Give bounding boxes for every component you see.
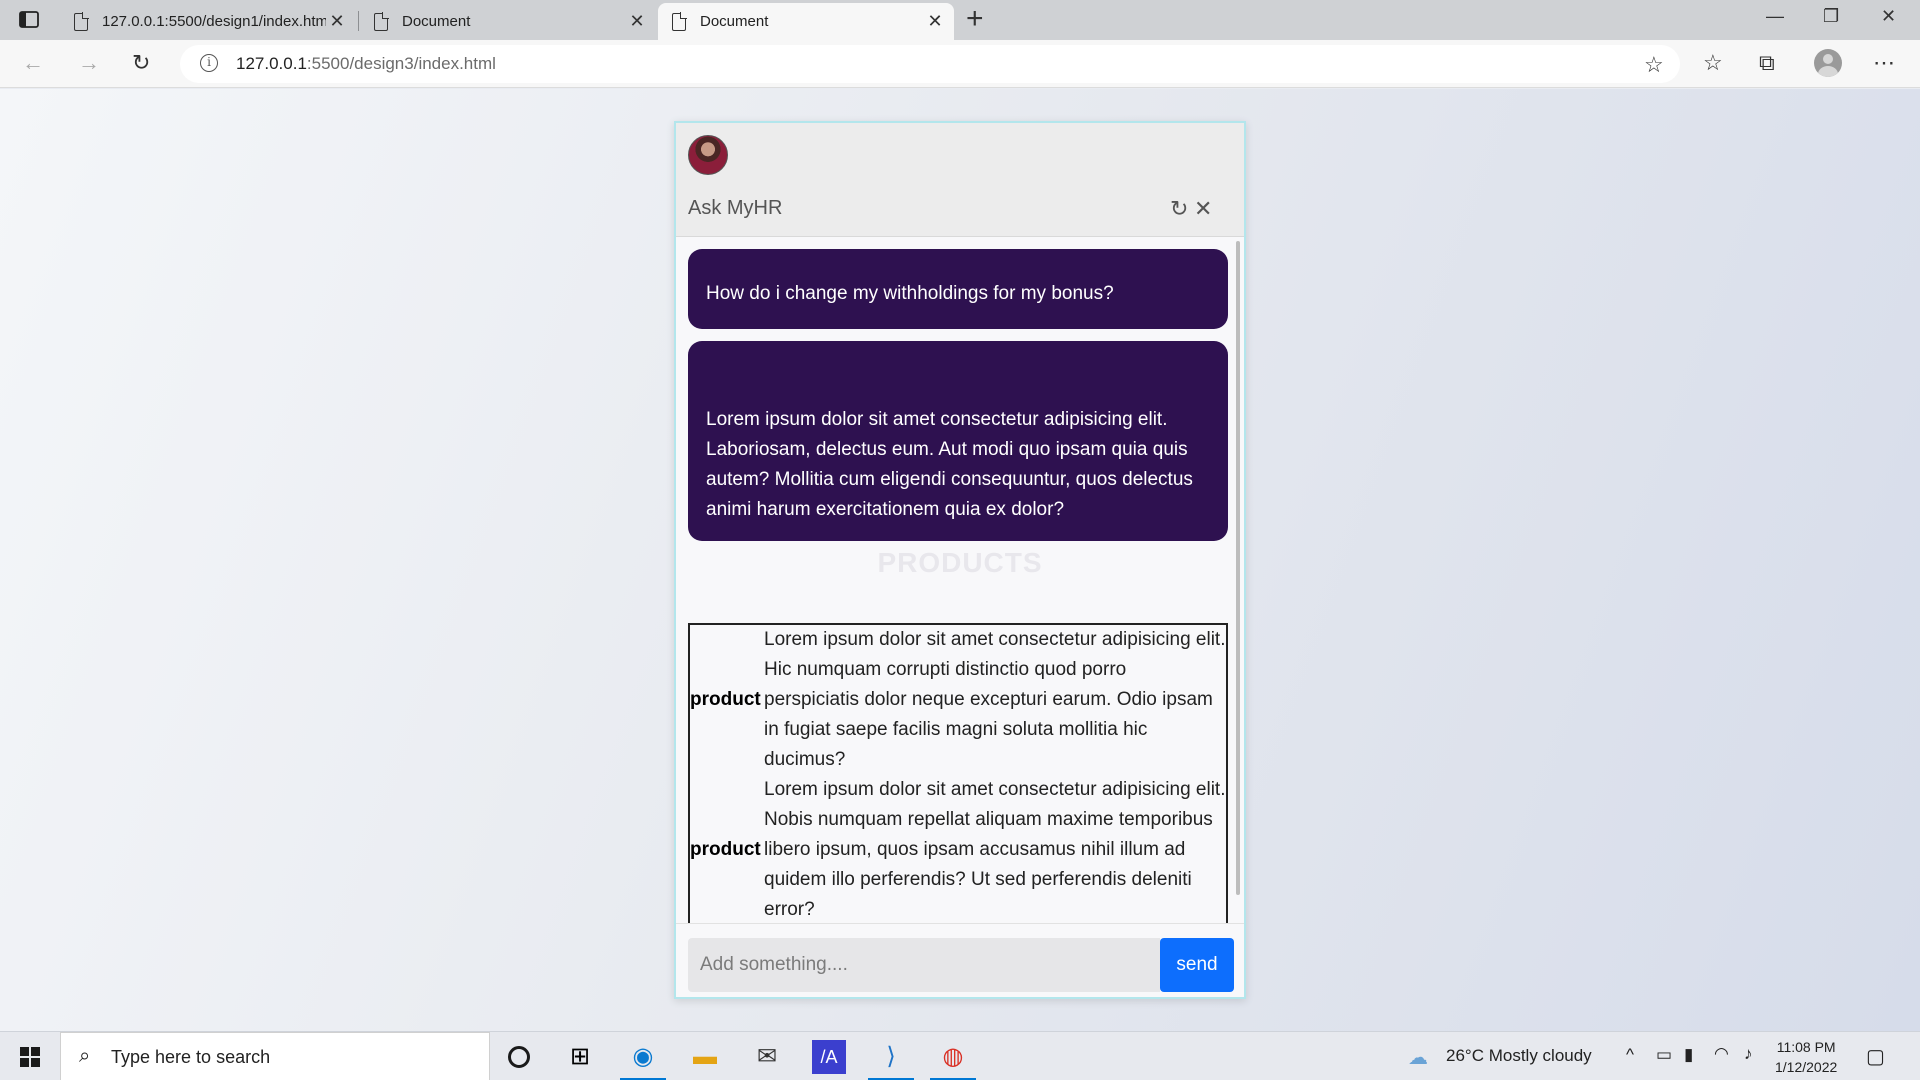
bot-message: Lorem ipsum dolor sit amet consectetur a… (688, 341, 1228, 541)
url-field[interactable]: i 127.0.0.1:5500/design3/index.html ☆ (180, 45, 1680, 83)
message-scrollbar[interactable] (1236, 241, 1240, 895)
chevron-up-icon[interactable]: ^ (1626, 1045, 1634, 1065)
product-description: Lorem ipsum dolor sit amet consectetur a… (764, 629, 1226, 770)
tab-document[interactable]: Document ✕ (360, 3, 656, 40)
cortana-icon[interactable] (508, 1046, 530, 1068)
url-path: :5500/design3/index.html (306, 54, 496, 73)
restore-icon[interactable]: ❐ (1823, 6, 1839, 27)
favorites-icon[interactable]: ☆ (1703, 50, 1723, 76)
reload-icon[interactable]: ↻ (132, 50, 150, 76)
meet-icon[interactable]: ▭ (1656, 1045, 1672, 1065)
search-icon: ⌕ (79, 1045, 91, 1067)
chat-title: Ask MyHR (688, 197, 783, 219)
browser-tab-bar: 127.0.0.1:5500/design1/index.htm ✕ Docum… (0, 0, 1920, 40)
product-label: product (690, 839, 761, 860)
chrome-icon[interactable]: ◍ (930, 1040, 976, 1080)
tab-close-icon[interactable]: ✕ (326, 11, 348, 32)
page-icon (74, 11, 89, 31)
products-table: product Lorem ipsum dolor sit amet conse… (688, 623, 1228, 923)
new-tab-icon[interactable]: + (966, 4, 984, 34)
edge-icon[interactable]: ◉ (620, 1040, 666, 1080)
close-icon[interactable]: ✕ (1194, 196, 1212, 222)
more-menu-icon[interactable]: ⋯ (1873, 50, 1895, 76)
add-favorite-icon[interactable]: ☆ (1644, 52, 1664, 78)
tab-actions-icon[interactable] (18, 10, 42, 30)
clock-time: 11:08 PM (1776, 1039, 1836, 1055)
product-row: product Lorem ipsum dolor sit amet conse… (690, 625, 1226, 775)
site-info-icon[interactable]: i (200, 54, 218, 72)
tab-title: 127.0.0.1:5500/design1/index.htm (102, 13, 326, 30)
page-icon (374, 11, 389, 31)
window-close-icon[interactable]: ✕ (1881, 6, 1896, 27)
message-input[interactable] (688, 938, 1160, 992)
product-description: Lorem ipsum dolor sit amet consectetur a… (764, 779, 1226, 920)
tab-document-active[interactable]: Document ✕ (658, 3, 954, 40)
weather-text[interactable]: 26°C Mostly cloudy (1446, 1046, 1592, 1066)
chat-header: Ask MyHR ↻ ✕ (676, 123, 1244, 237)
product-label: product (690, 689, 761, 710)
tab-design1[interactable]: 127.0.0.1:5500/design1/index.htm ✕ (60, 3, 356, 40)
mail-icon[interactable]: ✉ (750, 1040, 784, 1074)
tab-close-icon[interactable]: ✕ (924, 11, 946, 32)
app-icon[interactable]: /A (812, 1040, 846, 1074)
volume-icon[interactable]: ♪ (1744, 1044, 1753, 1064)
windows-taskbar: ⌕ Type here to search ⊞ ◉ ▬ ✉ /A ⟩ ◍ ☁ 2… (0, 1031, 1920, 1080)
page-icon (672, 11, 687, 31)
profile-avatar-icon[interactable] (1814, 49, 1842, 77)
url-host: 127.0.0.1 (236, 54, 307, 73)
clock[interactable]: 11:08 PM 1/12/2022 (1775, 1037, 1837, 1077)
bot-avatar (688, 135, 728, 175)
start-icon[interactable] (20, 1047, 40, 1067)
search-placeholder: Type here to search (111, 1047, 271, 1067)
page-viewport: Ask MyHR ↻ ✕ How do i change my withhold… (0, 89, 1920, 1031)
message-list[interactable]: How do i change my withholdings for my b… (676, 237, 1244, 923)
file-explorer-icon[interactable]: ▬ (688, 1040, 722, 1074)
chat-widget: Ask MyHR ↻ ✕ How do i change my withhold… (674, 121, 1246, 999)
taskbar-search[interactable]: ⌕ Type here to search (60, 1032, 490, 1080)
clock-date: 1/12/2022 (1775, 1059, 1838, 1075)
tab-title: Document (700, 13, 769, 30)
collections-icon[interactable]: ⧉ (1759, 50, 1775, 76)
send-button[interactable]: send (1160, 938, 1234, 992)
url-text[interactable]: 127.0.0.1:5500/design3/index.html (236, 54, 496, 74)
chat-composer: send (676, 923, 1244, 997)
refresh-icon[interactable]: ↻ (1170, 196, 1188, 222)
tab-close-icon[interactable]: ✕ (626, 11, 648, 32)
minimize-icon[interactable]: — (1766, 6, 1784, 27)
products-heading: PRODUCTS (877, 547, 1043, 578)
battery-icon[interactable]: ▮ (1684, 1045, 1693, 1065)
tab-separator (358, 11, 359, 31)
address-bar: ← → ↻ i 127.0.0.1:5500/design3/index.htm… (0, 40, 1920, 88)
vscode-icon[interactable]: ⟩ (868, 1040, 914, 1080)
wifi-icon[interactable]: ◠ (1714, 1044, 1729, 1064)
product-row: product Lorem ipsum dolor sit amet conse… (690, 775, 1226, 923)
weather-icon[interactable]: ☁ (1408, 1045, 1428, 1070)
back-icon[interactable]: ← (22, 50, 44, 76)
task-view-icon[interactable]: ⊞ (563, 1040, 597, 1074)
forward-icon[interactable]: → (78, 50, 100, 76)
user-message: How do i change my withholdings for my b… (688, 249, 1228, 329)
notifications-icon[interactable]: ▢ (1866, 1044, 1885, 1069)
tab-title: Document (402, 13, 471, 30)
